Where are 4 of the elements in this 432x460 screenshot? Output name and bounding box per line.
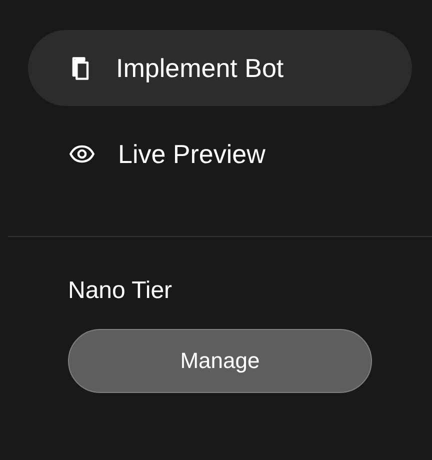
plan-name: Nano Tier: [68, 277, 172, 305]
nav-item[interactable]: Implement Bot: [28, 30, 412, 106]
nav-item[interactable]: Live Preview: [28, 116, 412, 192]
manage-button[interactable]: Manage: [68, 329, 372, 393]
